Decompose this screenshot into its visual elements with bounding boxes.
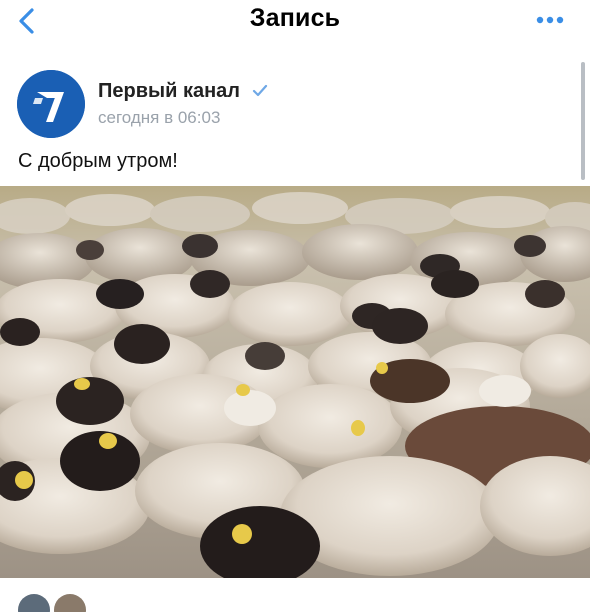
likers-avatars-icon[interactable]	[16, 592, 96, 612]
post-text: С добрым утром!	[18, 150, 178, 172]
more-horizontal-icon[interactable]	[536, 14, 564, 26]
scrollbar[interactable]	[581, 62, 585, 180]
post-time: сегодня в 06:03	[98, 108, 221, 127]
verified-check-icon	[252, 84, 268, 97]
post-photo[interactable]	[0, 186, 590, 578]
top-bar: Запись	[0, 0, 590, 42]
flock-of-sheep-photo	[0, 186, 590, 578]
post-footer	[0, 578, 590, 612]
channel-avatar[interactable]	[17, 70, 85, 138]
page-title: Запись	[249, 4, 341, 32]
channel-name[interactable]: Первый канал	[98, 80, 240, 103]
channel-logo-icon	[17, 70, 85, 138]
